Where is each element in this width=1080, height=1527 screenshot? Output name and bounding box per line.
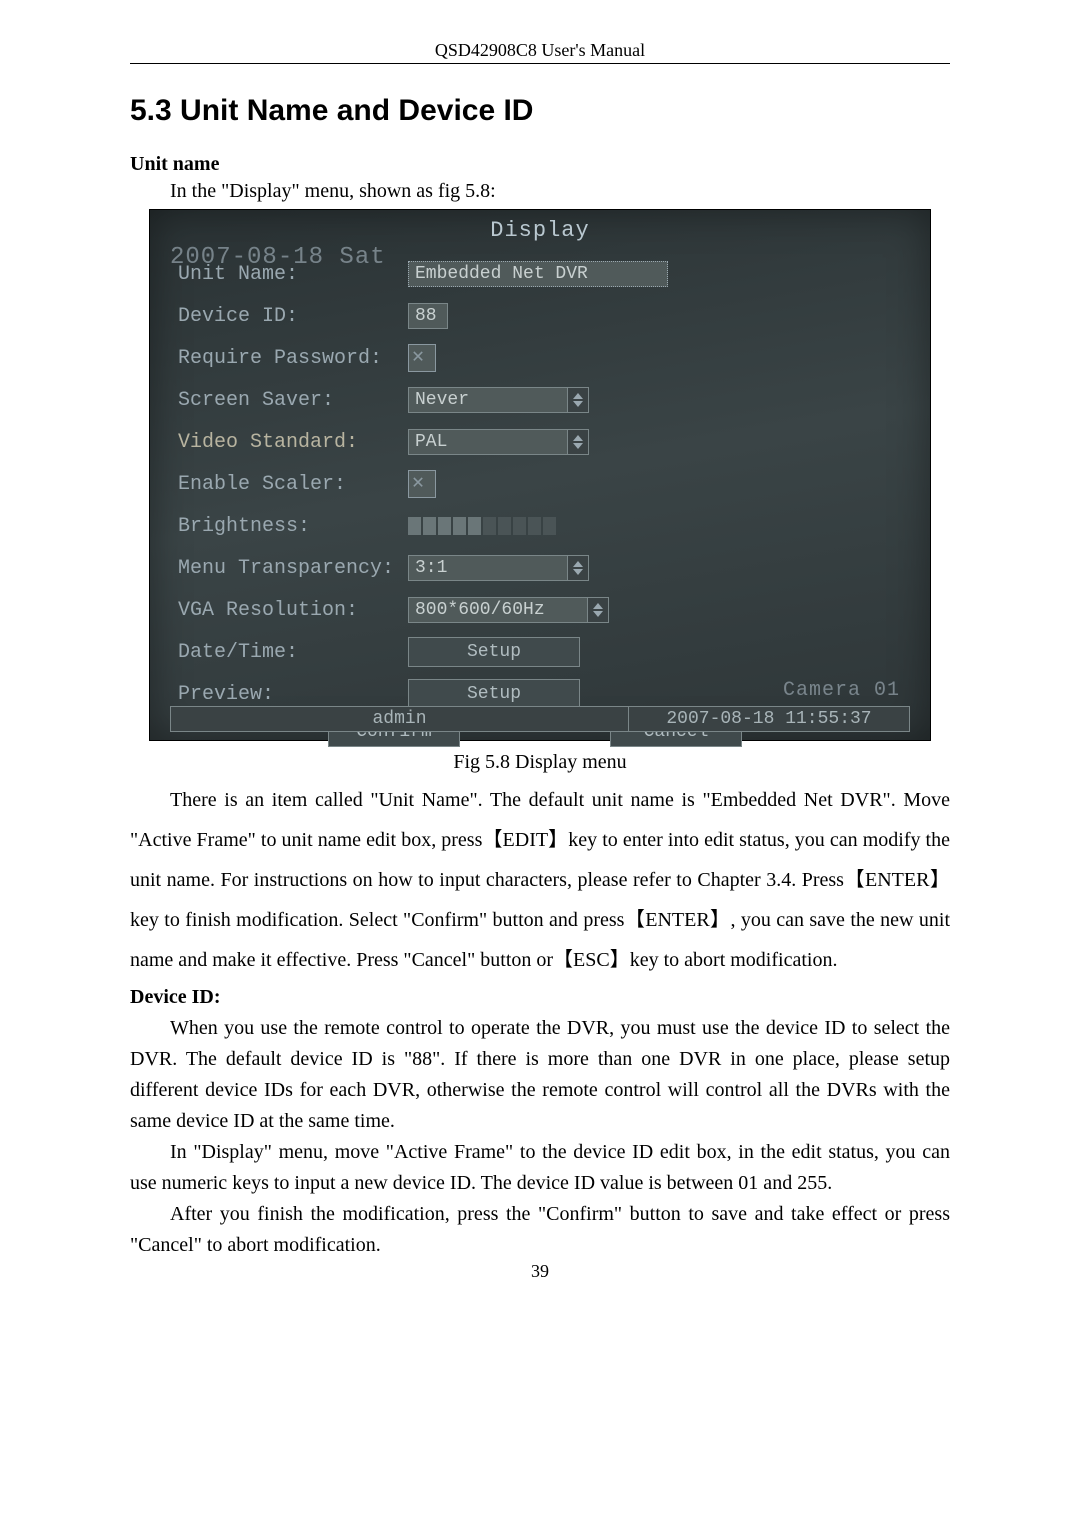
spinner-arrows-icon[interactable]: [568, 555, 589, 581]
screen-saver-value: Never: [408, 387, 568, 413]
osd-date-overlay: 2007-08-18 Sat: [170, 244, 386, 271]
display-menu-screenshot: 2007-08-18 Sat Camera 01 Display Unit Na…: [149, 209, 931, 741]
require-password-checkbox[interactable]: [408, 344, 436, 372]
screen-saver-spinner[interactable]: Never: [408, 387, 589, 413]
status-timestamp: 2007-08-18 11:55:37: [629, 706, 910, 732]
spinner-arrows-icon[interactable]: [568, 429, 589, 455]
label-menu-transparency: Menu Transparency:: [178, 557, 408, 580]
status-bar: admin 2007-08-18 11:55:37: [170, 706, 910, 732]
video-standard-spinner[interactable]: PAL: [408, 429, 589, 455]
doc-header: QSD42908C8 User's Manual: [130, 40, 950, 64]
menu-transparency-value: 3:1: [408, 555, 568, 581]
label-brightness: Brightness:: [178, 515, 408, 538]
device-id-heading: Device ID:: [130, 986, 950, 1009]
page-number: 39: [130, 1261, 950, 1282]
spinner-arrows-icon[interactable]: [588, 597, 609, 623]
osd-camera-overlay: Camera 01: [783, 679, 900, 702]
date-time-setup-button[interactable]: Setup: [408, 637, 580, 667]
form-grid: Unit Name: Embedded Net DVR Device ID: 8…: [150, 243, 930, 747]
video-standard-value: PAL: [408, 429, 568, 455]
menu-title: Display: [150, 210, 930, 243]
unit-name-input[interactable]: Embedded Net DVR: [408, 261, 668, 287]
paragraph-4: After you finish the modification, press…: [130, 1199, 950, 1261]
label-date-time: Date/Time:: [178, 641, 408, 664]
brightness-slider[interactable]: [408, 516, 556, 536]
label-video-standard: Video Standard:: [178, 431, 408, 454]
status-user: admin: [170, 706, 629, 732]
intro-line: In the "Display" menu, shown as fig 5.8:: [130, 180, 950, 203]
section-title: 5.3 Unit Name and Device ID: [130, 94, 950, 128]
label-screen-saver: Screen Saver:: [178, 389, 408, 412]
menu-transparency-spinner[interactable]: 3:1: [408, 555, 589, 581]
vga-resolution-value: 800*600/60Hz: [408, 597, 588, 623]
vga-resolution-spinner[interactable]: 800*600/60Hz: [408, 597, 609, 623]
device-id-input[interactable]: 88: [408, 303, 448, 329]
enable-scaler-checkbox[interactable]: [408, 470, 436, 498]
paragraph-1: There is an item called "Unit Name". The…: [130, 780, 950, 980]
label-preview: Preview:: [178, 683, 408, 706]
paragraph-2: When you use the remote control to opera…: [130, 1013, 950, 1137]
label-device-id: Device ID:: [178, 305, 408, 328]
preview-setup-button[interactable]: Setup: [408, 679, 580, 709]
label-vga-resolution: VGA Resolution:: [178, 599, 408, 622]
paragraph-3: In "Display" menu, move "Active Frame" t…: [130, 1137, 950, 1199]
unit-name-heading: Unit name: [130, 153, 950, 176]
spinner-arrows-icon[interactable]: [568, 387, 589, 413]
label-require-password: Require Password:: [178, 347, 408, 370]
figure-caption: Fig 5.8 Display menu: [130, 751, 950, 774]
label-enable-scaler: Enable Scaler:: [178, 473, 408, 496]
